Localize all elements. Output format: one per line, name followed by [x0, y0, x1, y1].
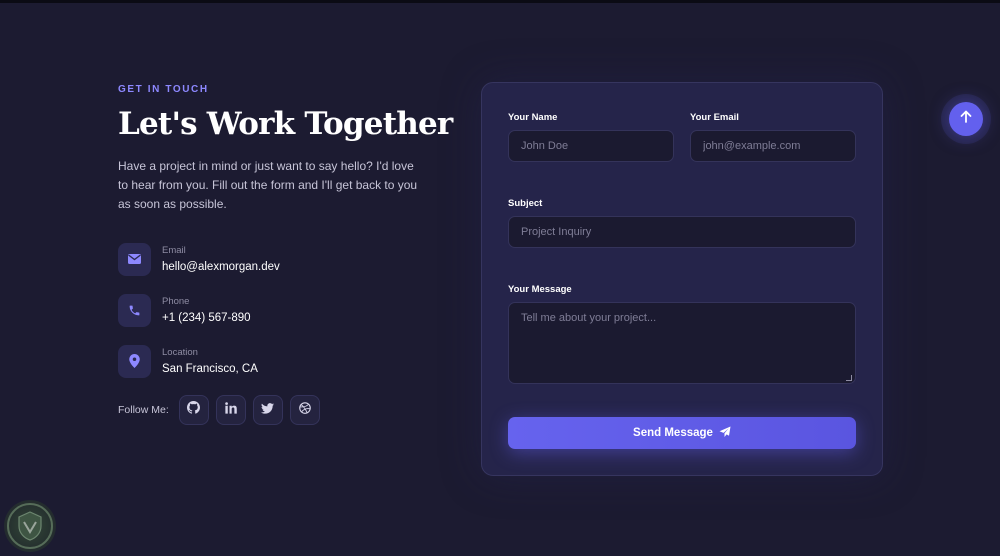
intro-text: Have a project in mind or just want to s…: [118, 159, 418, 212]
linkedin-link[interactable]: [215, 395, 246, 426]
send-message-button[interactable]: Send Message: [508, 417, 856, 449]
map-pin-icon: [118, 344, 151, 378]
dribbble-icon: [298, 401, 311, 419]
contact-location: Location San Francisco, CA: [118, 344, 428, 378]
message-label: Your Message: [508, 284, 572, 295]
subject-input[interactable]: [508, 216, 856, 248]
contact-email-label: Email: [162, 245, 186, 257]
email-label: Your Email: [690, 112, 739, 123]
contact-info-section: GET IN TOUCH Let's Work Together Have a …: [118, 84, 453, 426]
twitter-icon: [261, 401, 275, 419]
message-textarea[interactable]: [508, 302, 856, 384]
shield-logo-icon: [7, 503, 53, 549]
contact-location-label: Location: [162, 347, 198, 359]
page-title: Let's Work Together: [118, 106, 453, 142]
follow-row: Follow Me:: [118, 395, 428, 426]
twitter-link[interactable]: [252, 395, 283, 426]
phone-icon: [118, 293, 151, 327]
scroll-to-top-button[interactable]: [949, 102, 983, 136]
contact-email: Email hello@alexmorgan.dev: [118, 242, 428, 276]
watermark-badge: [4, 500, 56, 552]
follow-label: Follow Me:: [118, 404, 169, 417]
arrow-up-icon: [960, 110, 972, 128]
contact-form: Your Name Your Email Subject Your Messag…: [481, 82, 883, 476]
contact-list: Email hello@alexmorgan.dev Phone +1 (234…: [118, 242, 428, 378]
name-input[interactable]: [508, 130, 674, 162]
email-input[interactable]: [690, 130, 856, 162]
dribbble-link[interactable]: [289, 395, 320, 426]
send-message-label: Send Message: [633, 427, 713, 439]
envelope-icon: [118, 242, 151, 276]
contact-location-value: San Francisco, CA: [162, 363, 258, 376]
linkedin-icon: [224, 401, 237, 419]
github-icon: [187, 401, 201, 419]
top-border: [0, 0, 1000, 3]
contact-phone-value[interactable]: +1 (234) 567-890: [162, 312, 251, 324]
contact-phone: Phone +1 (234) 567-890: [118, 293, 428, 327]
paper-plane-icon: [713, 426, 731, 441]
section-eyebrow: GET IN TOUCH: [118, 84, 209, 95]
subject-label: Subject: [508, 198, 543, 209]
contact-email-value[interactable]: hello@alexmorgan.dev: [162, 261, 280, 273]
resize-handle[interactable]: [846, 375, 852, 381]
github-link[interactable]: [178, 395, 209, 426]
contact-phone-label: Phone: [162, 296, 190, 308]
name-label: Your Name: [508, 112, 558, 123]
